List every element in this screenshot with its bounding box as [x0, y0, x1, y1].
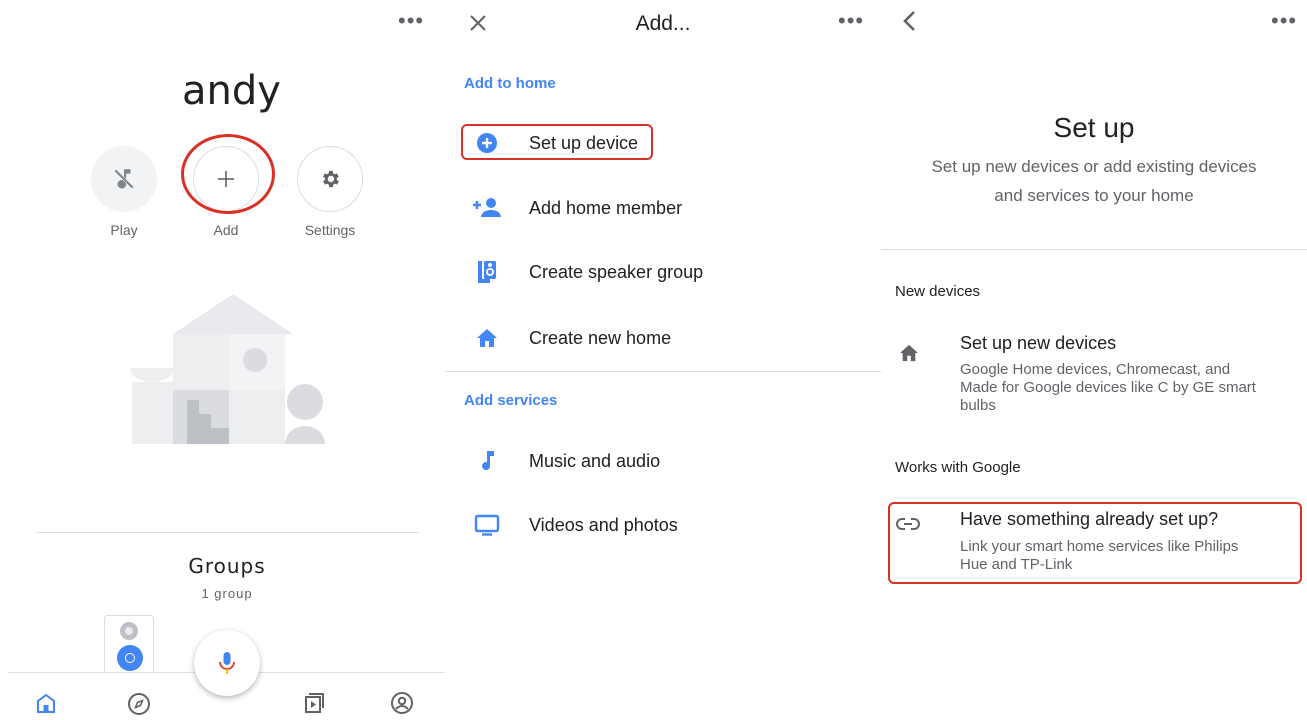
section-divider — [881, 249, 1307, 250]
groups-count: 1 group — [201, 586, 253, 601]
music-note-icon — [482, 451, 494, 471]
row-subtitle-line-1: Google Home devices, Chromecast, and — [960, 361, 1231, 378]
add-screen: Add... ••• Add to home Set up device Add… — [445, 0, 881, 720]
compass-icon[interactable] — [127, 692, 151, 716]
more-options-icon[interactable]: ••• — [838, 10, 864, 32]
more-options-icon[interactable]: ••• — [398, 10, 424, 32]
home-screen: ••• andy Play Add Settings Groups 1 grou… — [0, 0, 445, 720]
tv-icon — [474, 514, 500, 536]
back-arrow-icon[interactable] — [901, 10, 917, 32]
subtitle-line-1: Set up new devices or add existing devic… — [931, 157, 1257, 176]
home-icon — [477, 329, 497, 347]
menu-item-label: Create new home — [529, 327, 672, 348]
speaker-group-card[interactable] — [104, 615, 154, 675]
highlight-box — [888, 502, 1302, 584]
gear-icon — [323, 170, 339, 188]
menu-item-add-home-member[interactable]: Add home member — [445, 186, 881, 230]
section-works-with-google: Works with Google — [895, 459, 1021, 476]
subtitle-line-2: and services to your home — [994, 186, 1194, 205]
highlight-box — [461, 124, 653, 160]
row-title: Set up new devices — [960, 333, 1117, 353]
menu-item-music-and-audio[interactable]: Music and audio — [445, 439, 881, 483]
screen-title: Set up — [1053, 112, 1135, 143]
menu-item-label: Create speaker group — [529, 261, 704, 282]
add-label: Add — [213, 222, 239, 238]
settings-button[interactable] — [297, 146, 363, 212]
speaker-icon — [478, 261, 496, 283]
section-add-to-home: Add to home — [464, 75, 556, 92]
media-icon[interactable] — [303, 691, 327, 715]
setup-screen: ••• Set up Set up new devices or add exi… — [881, 0, 1307, 720]
mic-icon — [219, 652, 235, 674]
play-label: Play — [110, 222, 138, 238]
menu-item-label: Add home member — [529, 197, 683, 218]
play-button[interactable] — [91, 146, 157, 212]
row-subtitle-line-2: Made for Google devices like C by GE sma… — [960, 379, 1256, 396]
settings-label: Settings — [304, 222, 356, 238]
menu-item-label: Music and audio — [529, 450, 661, 471]
row-subtitle-line-3: bulbs — [960, 397, 996, 414]
home-icon — [900, 344, 918, 362]
account-icon[interactable] — [390, 691, 414, 715]
menu-item-create-new-home[interactable]: Create new home — [445, 316, 881, 360]
section-divider — [445, 371, 881, 372]
section-divider — [36, 532, 419, 533]
menu-item-videos-and-photos[interactable]: Videos and photos — [445, 503, 881, 547]
section-add-services: Add services — [464, 392, 558, 409]
person-add-icon — [473, 198, 501, 217]
music-off-icon — [114, 169, 134, 189]
menu-item-create-speaker-group[interactable]: Create speaker group — [445, 250, 881, 294]
groups-title: Groups — [188, 554, 266, 578]
home-icon[interactable] — [34, 692, 58, 714]
more-options-icon[interactable]: ••• — [1271, 10, 1297, 32]
home-name-title: andy — [182, 68, 281, 114]
speaker-woofer-center — [125, 653, 135, 663]
screen-title: Add... — [635, 12, 691, 35]
mic-button[interactable] — [194, 630, 260, 696]
menu-item-label: Videos and photos — [529, 514, 678, 535]
highlight-circle — [181, 134, 275, 214]
speaker-tweeter-center — [125, 627, 133, 635]
setup-new-devices-row[interactable]: Set up new devices Google Home devices, … — [881, 328, 1307, 418]
section-new-devices: New devices — [895, 283, 981, 300]
house-illustration — [130, 294, 325, 444]
